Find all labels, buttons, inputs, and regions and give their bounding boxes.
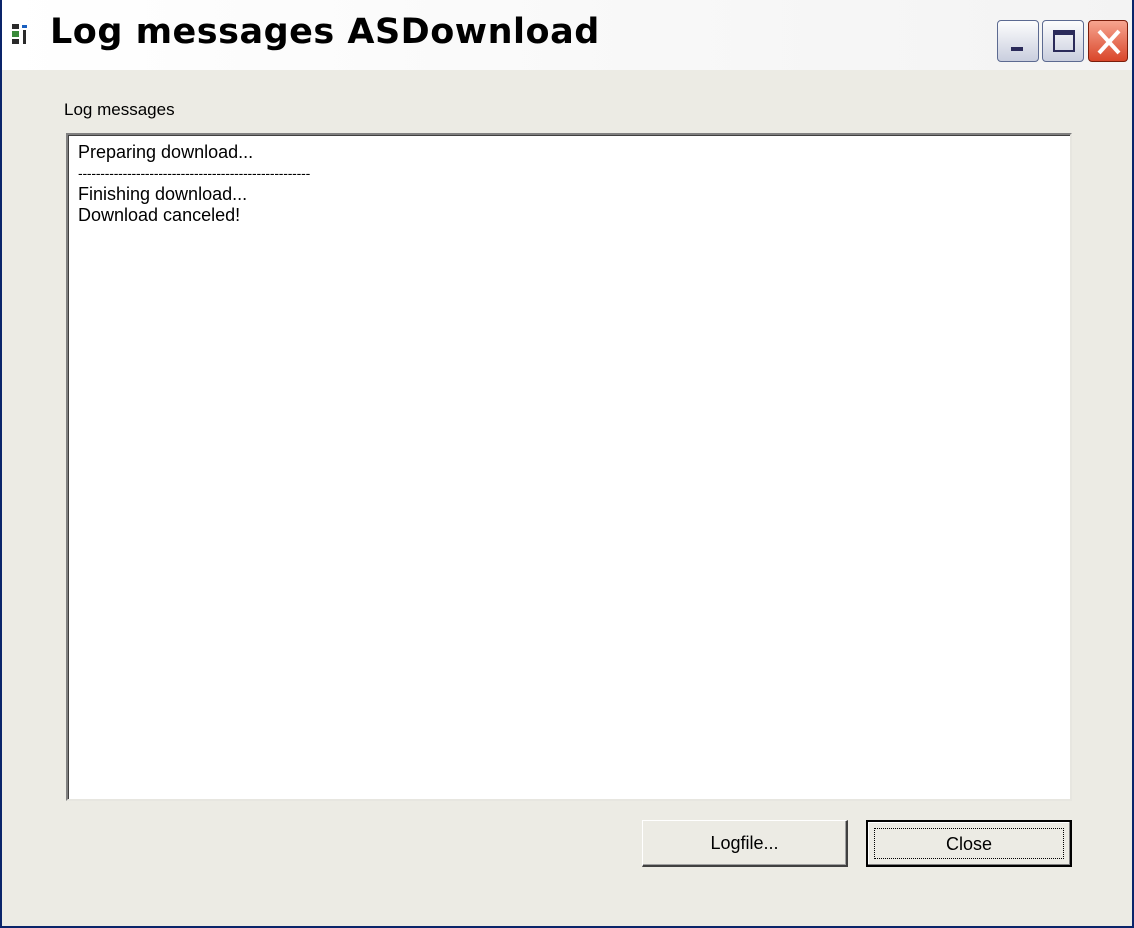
close-icon	[1097, 29, 1121, 55]
logfile-button[interactable]: Logfile...	[642, 820, 848, 867]
log-line: Preparing download...	[78, 142, 254, 162]
logfile-button-label: Logfile...	[710, 833, 779, 853]
minimize-icon	[1011, 47, 1023, 51]
close-button-label: Close	[945, 834, 993, 854]
close-button[interactable]: Close	[866, 820, 1072, 867]
window-title: Log messages ASDownload	[50, 12, 600, 52]
app-icon[interactable]	[10, 22, 30, 46]
title-bar[interactable]: Log messages ASDownload	[2, 0, 1132, 70]
minimize-button[interactable]	[997, 20, 1039, 62]
log-line: Download canceled!	[78, 205, 241, 225]
maximize-button[interactable]	[1042, 20, 1084, 62]
log-messages-textarea[interactable]: Preparing download... ------------------…	[66, 133, 1072, 801]
focus-rectangle: Close	[874, 828, 1064, 859]
dialog-window: Log messages ASDownload Log messages Pre…	[0, 0, 1134, 928]
close-window-button[interactable]	[1088, 20, 1128, 62]
log-separator: ----------------------------------------…	[78, 165, 311, 181]
maximize-icon	[1053, 30, 1075, 52]
log-messages-label: Log messages	[64, 100, 175, 119]
log-line: Finishing download...	[78, 184, 248, 204]
